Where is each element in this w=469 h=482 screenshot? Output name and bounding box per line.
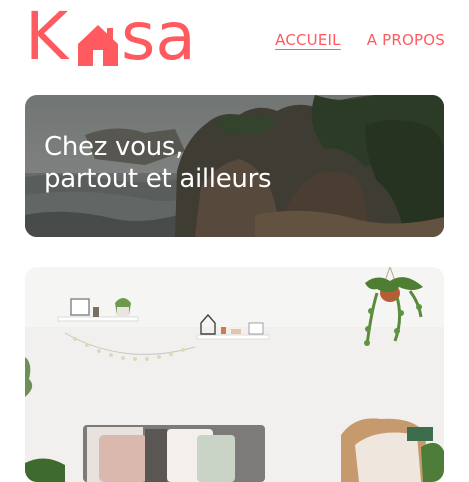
kasa-logo[interactable]: K sa [25,4,210,70]
main-nav: ACCUEIL A PROPOS [275,31,445,49]
nav-link-accueil[interactable]: ACCUEIL [275,31,341,49]
nav-link-a-propos[interactable]: A PROPOS [367,31,445,49]
hero-title-line-1: Chez vous, [44,132,184,162]
listing-card[interactable] [25,267,444,482]
logo-letter-k: K [25,0,69,75]
logo-letters-sa: sa [121,0,196,75]
hero-banner: Chez vous, partout et ailleurs [25,95,444,237]
living-room-image [25,267,444,482]
house-icon [78,25,118,66]
hero-title-line-2: partout et ailleurs [44,164,272,194]
hero-title: Chez vous, partout et ailleurs [44,131,272,195]
site-header: K sa ACCUEIL A PROPOS [0,0,469,82]
